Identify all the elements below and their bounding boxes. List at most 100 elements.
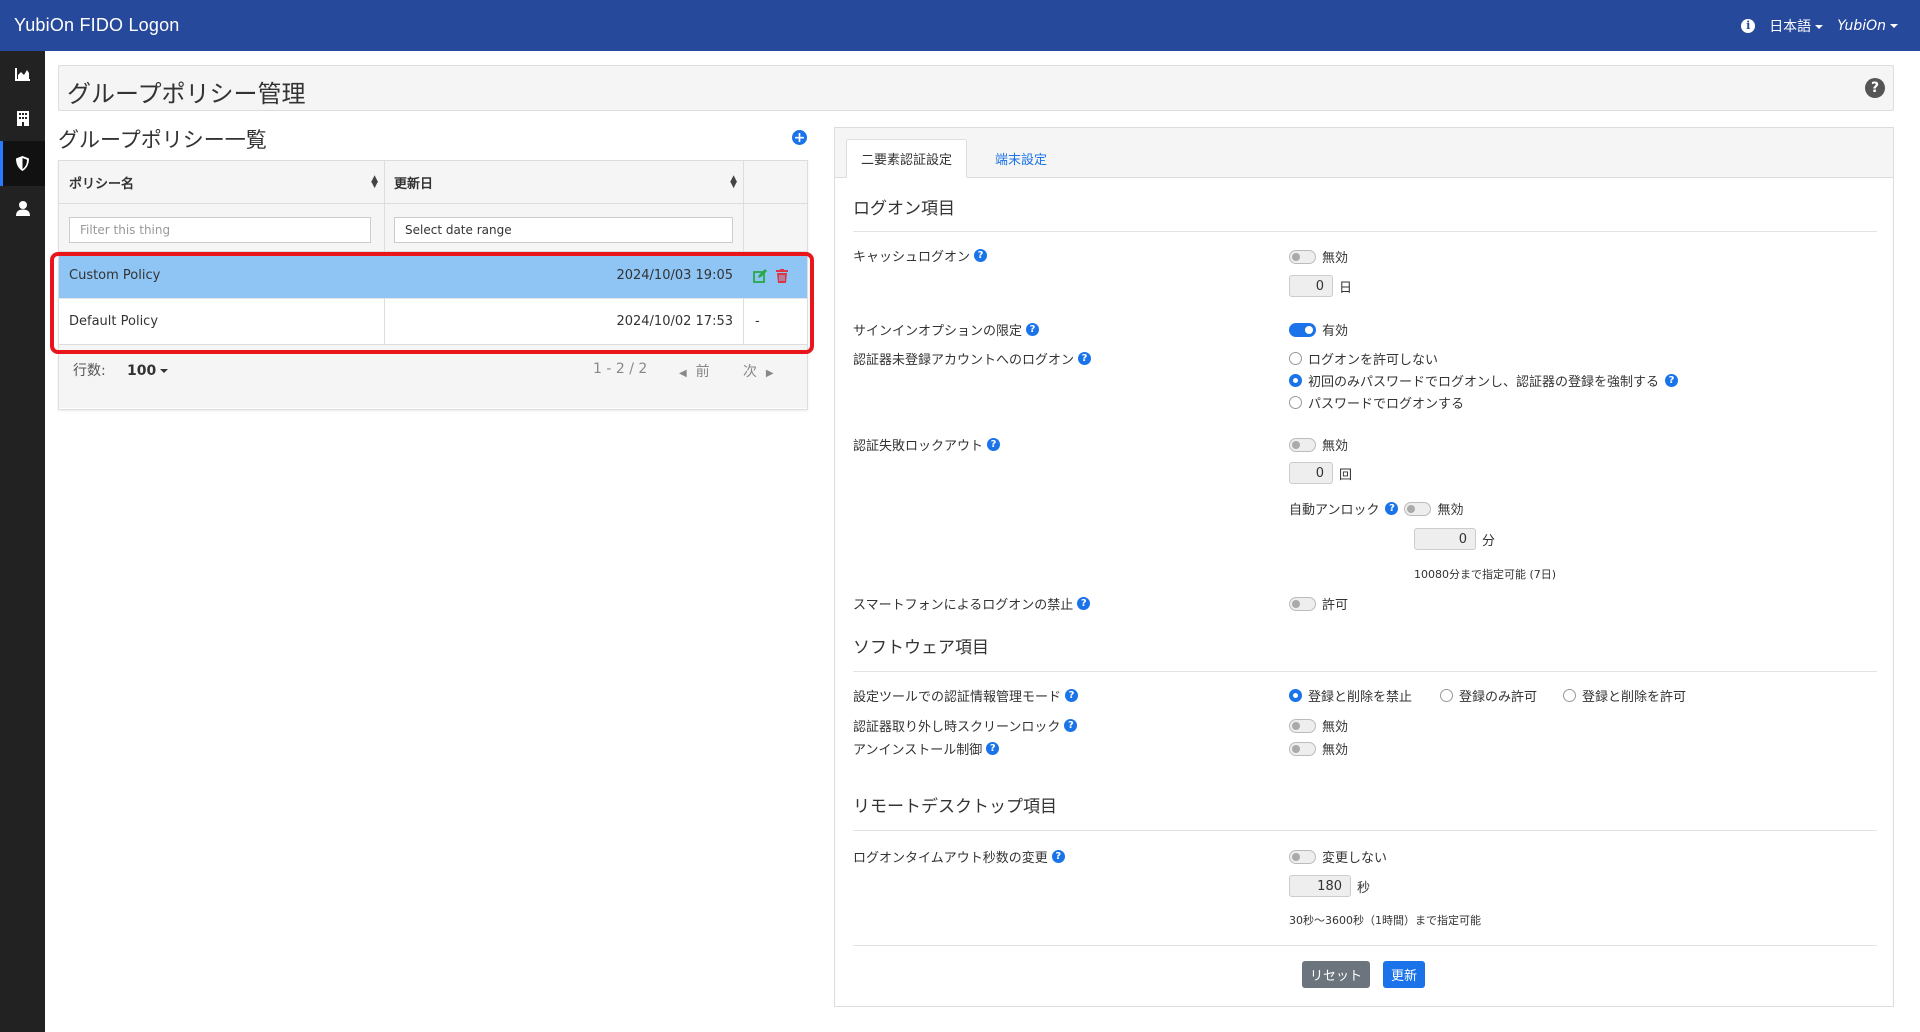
auto-unlock-note: 10080分まで指定可能 (7日): [1414, 568, 1557, 581]
radio-label: 登録と削除を許可: [1582, 690, 1687, 705]
help-icon[interactable]: ?: [1026, 323, 1040, 336]
tabs-bar: 二要素認証設定 端末設定: [835, 128, 1893, 178]
toggle-switch[interactable]: [1289, 849, 1316, 864]
lockout-count-field: 0回: [1289, 462, 1352, 484]
policy-name-filter[interactable]: Filter this thing: [69, 217, 371, 243]
policy-list-title: グループポリシー一覧: [58, 128, 267, 152]
help-icon[interactable]: ?: [1665, 374, 1679, 387]
help-icon[interactable]: ?: [987, 438, 1001, 451]
toggle-switch[interactable]: [1289, 249, 1316, 264]
radio-button[interactable]: [1563, 689, 1576, 702]
sidebar-item-organization[interactable]: [0, 96, 45, 141]
table-header: ポリシー名 ▲ ▼ 更新日 ▲ ▼: [59, 161, 807, 204]
reset-button[interactable]: リセット: [1302, 961, 1371, 988]
radio-option[interactable]: 初回のみパスワードでログオンし、認証器の登録を強制する?: [1289, 371, 1679, 390]
cache-logon-toggle[interactable]: 無効: [1289, 247, 1348, 266]
lockout-count-input[interactable]: 0: [1289, 462, 1333, 484]
uninstall-toggle[interactable]: 無効: [1289, 739, 1348, 758]
tab-two-factor[interactable]: 二要素認証設定: [846, 139, 968, 178]
cache-days-input[interactable]: 0: [1289, 275, 1333, 297]
radio-option[interactable]: 登録のみ許可: [1440, 686, 1537, 705]
smartphone-label: スマートフォンによるログオンの禁止?: [853, 594, 1091, 613]
toggle-state: 無効: [1437, 503, 1464, 518]
section-title-remote: リモートデスクトップ項目: [853, 797, 1057, 817]
sidebar-item-dashboard[interactable]: [0, 51, 45, 96]
toggle-state: 無効: [1322, 720, 1349, 735]
help-icon[interactable]: ?: [1865, 78, 1885, 98]
top-navbar: YubiOn FIDO Logon i 日本語 YubiOn: [0, 0, 1920, 51]
help-icon[interactable]: ?: [974, 249, 988, 262]
rows-per-page-dropdown[interactable]: 100: [127, 363, 169, 379]
toggle-switch[interactable]: [1289, 437, 1316, 452]
auto-unlock-row: 自動アンロック? 無効: [1289, 499, 1464, 518]
toggle-switch[interactable]: [1289, 596, 1316, 611]
help-icon[interactable]: ?: [986, 742, 1000, 755]
language-dropdown[interactable]: 日本語: [1769, 16, 1824, 36]
radio-label: ログオンを許可しない: [1308, 353, 1439, 368]
divider: [853, 945, 1877, 946]
toggle-state: 有効: [1322, 324, 1349, 339]
prev-page-button[interactable]: ◀ 前: [679, 361, 710, 381]
sort-icon[interactable]: ▲ ▼: [730, 175, 737, 190]
radio-button[interactable]: [1289, 396, 1302, 409]
tab-device[interactable]: 端末設定: [981, 139, 1061, 178]
column-header-policy-name[interactable]: ポリシー名 ▲ ▼: [59, 161, 384, 204]
help-icon[interactable]: ?: [1385, 502, 1399, 515]
date-range-filter[interactable]: Select date range: [394, 217, 733, 243]
auto-unlock-minutes-input[interactable]: 0: [1414, 528, 1476, 550]
timeout-seconds-field: 180 秒: [1289, 875, 1370, 897]
toggle-state: 無効: [1322, 251, 1349, 266]
radio-option[interactable]: パスワードでログオンする: [1289, 393, 1464, 412]
help-icon[interactable]: ?: [1051, 850, 1065, 863]
toggle-switch[interactable]: [1289, 741, 1316, 756]
sort-icon[interactable]: ▲ ▼: [371, 175, 378, 190]
unit-label: 日: [1339, 280, 1353, 296]
column-header-updated[interactable]: 更新日 ▲ ▼: [384, 161, 743, 204]
update-button[interactable]: 更新: [1383, 961, 1426, 988]
chevron-down-icon: [160, 369, 169, 373]
help-icon[interactable]: ?: [1065, 689, 1079, 702]
radio-label: 登録のみ許可: [1459, 690, 1538, 705]
page-title: グループポリシー管理: [67, 80, 306, 108]
chevron-down-icon: [1815, 24, 1824, 29]
radio-option[interactable]: 登録と削除を許可: [1563, 686, 1686, 705]
sidebar-item-policy[interactable]: [0, 141, 45, 186]
lockout-label: 認証失敗ロックアウト?: [853, 435, 1001, 454]
smartphone-toggle[interactable]: 許可: [1289, 594, 1348, 613]
radio-option[interactable]: ログオンを許可しない: [1289, 349, 1438, 368]
shield-icon: [16, 156, 29, 171]
user-icon: [15, 201, 30, 216]
info-icon[interactable]: i: [1741, 18, 1756, 33]
sidebar-item-users[interactable]: [0, 186, 45, 231]
toggle-state: 無効: [1322, 743, 1349, 758]
toggle-state: 許可: [1322, 598, 1349, 613]
signin-limit-toggle[interactable]: 有効: [1289, 320, 1348, 339]
chevron-down-icon: [1890, 23, 1898, 28]
radio-button[interactable]: [1289, 374, 1302, 387]
add-policy-button[interactable]: +: [792, 130, 807, 145]
rows-per-page-value: 100: [127, 363, 157, 379]
radio-option[interactable]: 登録と削除を禁止: [1289, 686, 1412, 705]
next-page-button[interactable]: 次 ▶: [743, 361, 774, 381]
screen-lock-toggle[interactable]: 無効: [1289, 716, 1348, 735]
help-icon[interactable]: ?: [1078, 352, 1092, 365]
divider: [853, 671, 1877, 672]
radio-label: パスワードでログオンする: [1308, 397, 1465, 412]
lockout-toggle[interactable]: 無効: [1289, 435, 1348, 454]
toggle-switch[interactable]: [1289, 718, 1316, 733]
timeout-toggle[interactable]: 変更しない: [1289, 847, 1387, 866]
unit-label: 回: [1339, 467, 1353, 483]
timeout-seconds-input[interactable]: 180: [1289, 875, 1351, 897]
radio-button[interactable]: [1289, 689, 1302, 702]
radio-button[interactable]: [1440, 689, 1453, 702]
app-title[interactable]: YubiOn FIDO Logon: [0, 15, 180, 36]
label-text: 設定ツールでの認証情報管理モード: [853, 690, 1062, 705]
help-icon[interactable]: ?: [1064, 719, 1078, 732]
auto-unlock-toggle[interactable]: [1404, 501, 1432, 516]
toggle-switch[interactable]: [1289, 322, 1316, 337]
unit-label: 秒: [1357, 880, 1371, 896]
radio-button[interactable]: [1289, 352, 1302, 365]
user-dropdown[interactable]: YubiOn: [1837, 18, 1898, 34]
unit-label: 分: [1482, 533, 1496, 549]
help-icon[interactable]: ?: [1077, 597, 1091, 610]
